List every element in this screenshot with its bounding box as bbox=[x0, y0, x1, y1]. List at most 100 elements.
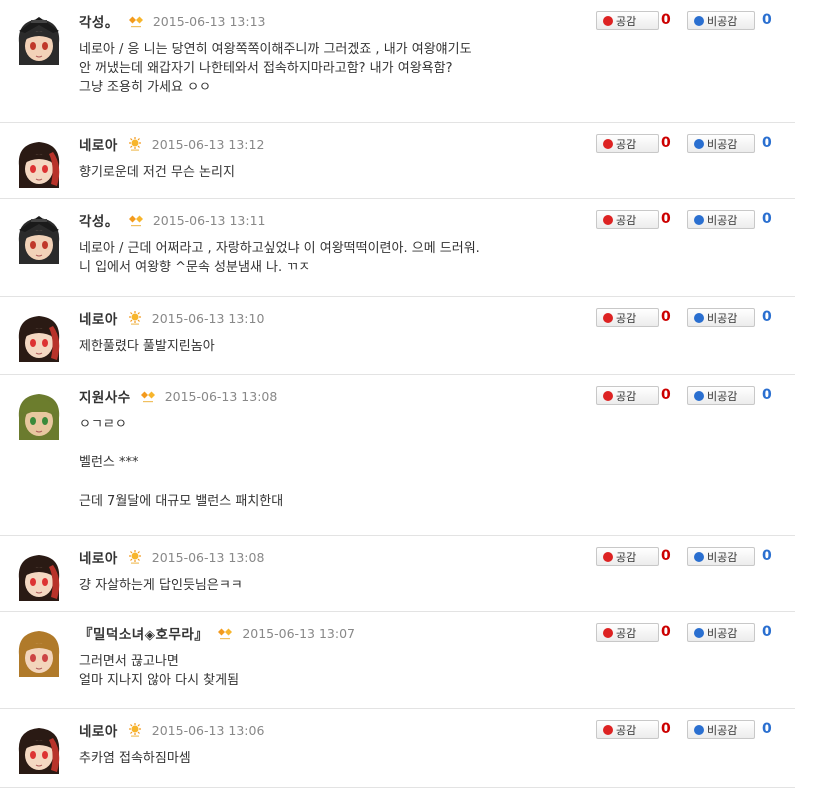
like-label: 공감 bbox=[616, 137, 637, 151]
comment-item: 네로아 2015-06-13 13:08 걍 자살하는게 답인듯님은ㅋㅋ 공감 … bbox=[0, 536, 795, 612]
dislike-label: 비공감 bbox=[707, 137, 738, 151]
dislike-count: 0 bbox=[762, 211, 772, 227]
avatar[interactable] bbox=[13, 549, 65, 601]
comment-item: 각성。 2015-06-13 13:13 네로아 / 응 니는 당연히 여왕쪽쪽… bbox=[0, 0, 795, 123]
comment-meta: 『밀덕소녀◈호무라』 2015-06-13 13:07 bbox=[79, 623, 355, 644]
comment-line: 니 입에서 여왕향 ^문속 성분냄새 나. ㄲㅈ bbox=[79, 260, 311, 276]
dislike-button[interactable]: 비공감 bbox=[687, 210, 755, 229]
dislike-button[interactable]: 비공감 bbox=[687, 386, 755, 405]
dislike-button[interactable]: 비공감 bbox=[687, 134, 755, 153]
dislike-button[interactable]: 비공감 bbox=[687, 547, 755, 566]
comment-body: ㅇㄱㄹㅇ 벨런스 *** 근데 7월달에 대규모 밸런스 패치한대 bbox=[79, 415, 283, 511]
like-icon bbox=[603, 627, 613, 638]
dislike-label: 비공감 bbox=[707, 389, 738, 403]
like-label: 공감 bbox=[616, 14, 637, 28]
comment-line: 네로아 / 근데 어쩌라고 , 자랑하고싶었냐 이 여왕떡떡이련아. 으메 드러… bbox=[79, 241, 480, 256]
avatar[interactable] bbox=[13, 13, 65, 65]
like-button[interactable]: 공감 bbox=[596, 386, 659, 405]
like-button[interactable]: 공감 bbox=[596, 547, 659, 566]
dislike-label: 비공감 bbox=[707, 723, 738, 737]
like-label: 공감 bbox=[616, 550, 637, 564]
nickname[interactable]: 지원사수 bbox=[79, 386, 131, 406]
like-icon bbox=[603, 138, 613, 149]
avatar[interactable] bbox=[13, 625, 65, 677]
like-label: 공감 bbox=[616, 626, 637, 640]
comment-line: 그냥 조용히 가세요 ㅇㅇ bbox=[79, 80, 211, 96]
nickname[interactable]: 네로아 bbox=[79, 134, 118, 154]
like-count: 0 bbox=[661, 135, 671, 151]
comment-item: 『밀덕소녀◈호무라』 2015-06-13 13:07 그러면서 끊고나면 얼마 … bbox=[0, 612, 795, 709]
dislike-count: 0 bbox=[762, 135, 772, 151]
comment-line: 벨런스 *** bbox=[79, 455, 139, 471]
comment-body: 그러면서 끊고나면 얼마 지나지 않아 다시 찾게됨 bbox=[79, 652, 239, 690]
comment-date: 2015-06-13 13:11 bbox=[152, 212, 266, 228]
like-icon bbox=[603, 724, 613, 735]
nickname[interactable]: 네로아 bbox=[79, 308, 118, 328]
dislike-button[interactable]: 비공감 bbox=[687, 11, 755, 30]
like-count: 0 bbox=[661, 12, 671, 28]
comment-line: 네로아 / 응 니는 당연히 여왕쪽쪽이해주니까 그러겠죠 , 내가 여왕얘기도 bbox=[79, 42, 472, 57]
comment-body: 걍 자살하는게 답인듯님은ㅋㅋ bbox=[79, 576, 243, 595]
comment-date: 2015-06-13 13:06 bbox=[151, 722, 265, 738]
avatar[interactable] bbox=[13, 136, 65, 188]
dislike-label: 비공감 bbox=[707, 626, 738, 640]
dislike-count: 0 bbox=[762, 309, 772, 325]
like-label: 공감 bbox=[616, 723, 637, 737]
dislike-label: 비공감 bbox=[707, 311, 738, 325]
comment-meta: 네로아 2015-06-13 13:08 bbox=[79, 547, 265, 568]
comment-meta: 네로아 2015-06-13 13:12 bbox=[79, 134, 265, 155]
comment-date: 2015-06-13 13:08 bbox=[151, 549, 265, 565]
like-button[interactable]: 공감 bbox=[596, 134, 659, 153]
dislike-count: 0 bbox=[762, 721, 772, 737]
comment-body: 추카염 접속하짐마셈 bbox=[79, 749, 191, 768]
comment-item: 네로아 2015-06-13 13:10 제한풀렸다 풀발지린놈아 공감 0 비… bbox=[0, 297, 795, 375]
like-label: 공감 bbox=[616, 389, 637, 403]
like-button[interactable]: 공감 bbox=[596, 623, 659, 642]
comment-meta: 각성。 2015-06-13 13:13 bbox=[79, 11, 266, 32]
dislike-icon bbox=[694, 15, 704, 26]
dislike-icon bbox=[694, 724, 704, 735]
comment-line: 걍 자살하는게 답인듯님은ㅋㅋ bbox=[79, 578, 243, 593]
comment-body: 네로아 / 근데 어쩌라고 , 자랑하고싶었냐 이 여왕떡떡이련아. 으메 드러… bbox=[79, 239, 480, 277]
like-count: 0 bbox=[661, 309, 671, 325]
dislike-icon bbox=[694, 627, 704, 638]
comment-item: 지원사수 2015-06-13 13:08 ㅇㄱㄹㅇ 벨런스 *** 근데 7월달에… bbox=[0, 375, 795, 536]
nickname[interactable]: 네로아 bbox=[79, 547, 118, 567]
diamond-badge-icon bbox=[128, 213, 144, 227]
nickname[interactable]: 각성。 bbox=[79, 11, 119, 31]
dislike-button[interactable]: 비공감 bbox=[687, 308, 755, 327]
nickname[interactable]: 『밀덕소녀◈호무라』 bbox=[79, 623, 208, 643]
dislike-icon bbox=[694, 390, 704, 401]
avatar[interactable] bbox=[13, 722, 65, 774]
dislike-button[interactable]: 비공감 bbox=[687, 623, 755, 642]
nickname[interactable]: 네로아 bbox=[79, 720, 118, 740]
nickname[interactable]: 각성。 bbox=[79, 210, 119, 230]
comment-date: 2015-06-13 13:12 bbox=[151, 136, 265, 152]
like-button[interactable]: 공감 bbox=[596, 11, 659, 30]
like-icon bbox=[603, 15, 613, 26]
comment-line: ㅇㄱㄹㅇ bbox=[79, 417, 127, 432]
like-count: 0 bbox=[661, 624, 671, 640]
avatar[interactable] bbox=[13, 212, 65, 264]
comment-date: 2015-06-13 13:10 bbox=[151, 310, 265, 326]
dislike-label: 비공감 bbox=[707, 213, 738, 227]
dislike-label: 비공감 bbox=[707, 14, 738, 28]
like-button[interactable]: 공감 bbox=[596, 210, 659, 229]
sun-badge-icon bbox=[127, 723, 143, 737]
diamond-badge-icon bbox=[140, 389, 156, 403]
sun-badge-icon bbox=[127, 311, 143, 325]
like-label: 공감 bbox=[616, 311, 637, 325]
comment-meta: 각성。 2015-06-13 13:11 bbox=[79, 210, 266, 231]
like-count: 0 bbox=[661, 211, 671, 227]
comment-date: 2015-06-13 13:13 bbox=[152, 13, 266, 29]
avatar[interactable] bbox=[13, 310, 65, 362]
diamond-badge-icon bbox=[128, 14, 144, 28]
avatar[interactable] bbox=[13, 388, 65, 440]
comment-item: 네로아 2015-06-13 13:12 향기로운데 저건 무슨 논리지 공감 … bbox=[0, 123, 795, 199]
comment-item: 각성。 2015-06-13 13:11 네로아 / 근데 어쩌라고 , 자랑하… bbox=[0, 199, 795, 297]
like-count: 0 bbox=[661, 387, 671, 403]
dislike-button[interactable]: 비공감 bbox=[687, 720, 755, 739]
like-button[interactable]: 공감 bbox=[596, 720, 659, 739]
comment-date: 2015-06-13 13:07 bbox=[242, 625, 355, 641]
like-button[interactable]: 공감 bbox=[596, 308, 659, 327]
